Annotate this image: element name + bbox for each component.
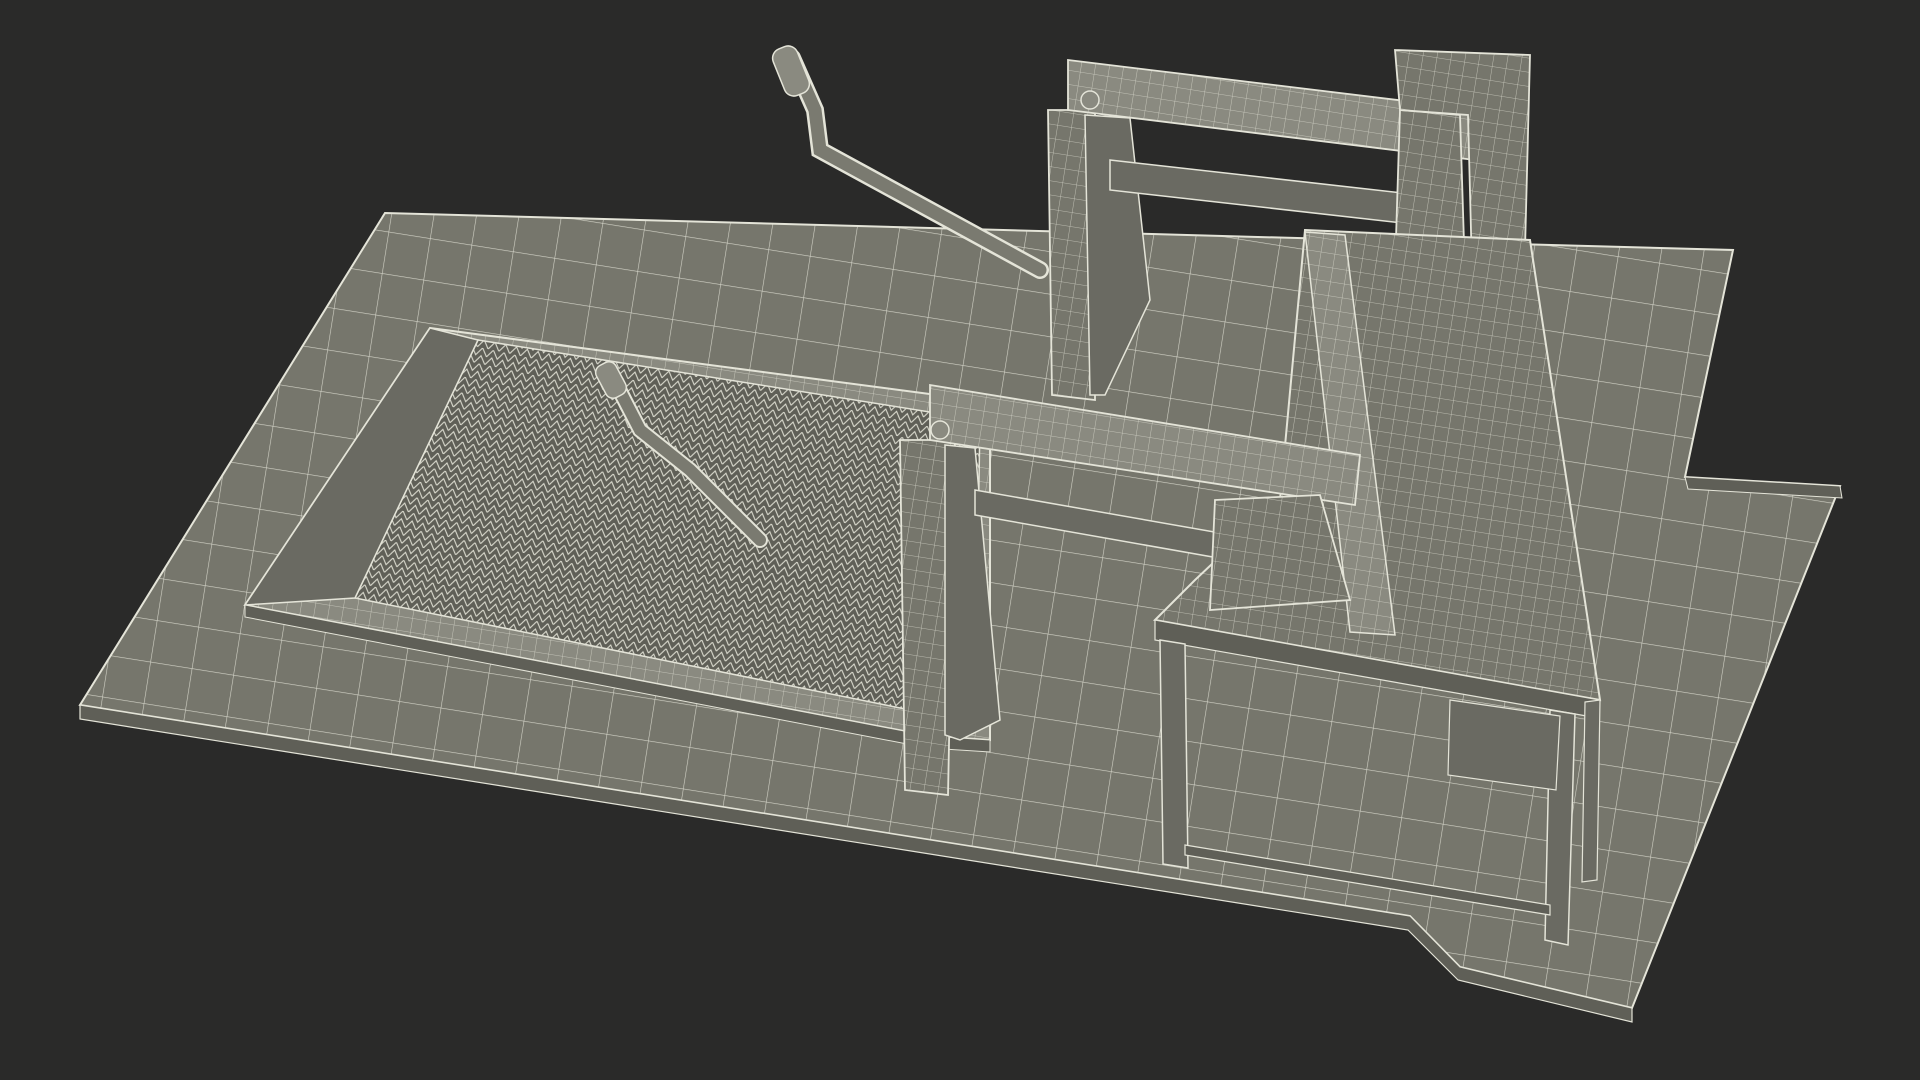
- front-pivot-bolt: [930, 420, 950, 440]
- render-viewport: [0, 0, 1920, 1080]
- rear-lower-beam: [1109, 159, 1421, 226]
- rear-pivot-bolt: [1080, 90, 1100, 110]
- bench-leg-back: [1581, 699, 1601, 883]
- bench-drawer: [1447, 699, 1561, 791]
- bench-leg-left: [1159, 639, 1189, 869]
- wireframe-render: [78, 45, 1843, 1023]
